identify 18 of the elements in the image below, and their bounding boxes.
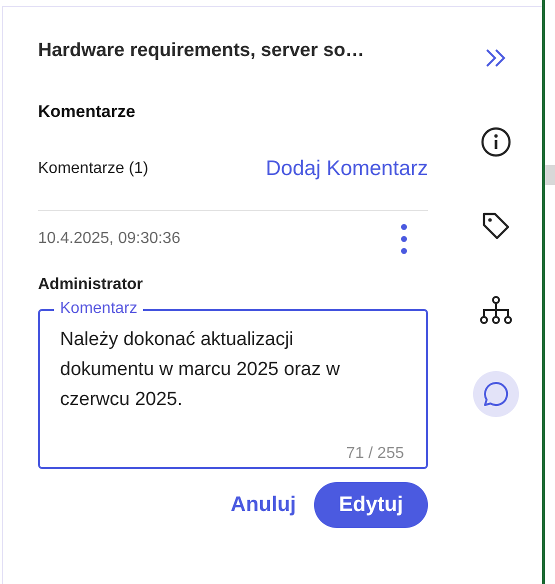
comment-icon[interactable] [482,380,510,408]
tag-icon[interactable] [482,212,510,240]
edit-button[interactable]: Edytuj [314,482,428,528]
info-icon[interactable] [481,127,511,157]
comment-count: Komentarze (1) [38,160,148,178]
cancel-button[interactable]: Anuluj [230,493,296,517]
comment-text: Należy dokonać aktualizacji dokumentu w marcu 2025 oraz w czerwcu 2025. [60,328,341,412]
double-chevron-icon[interactable] [485,48,507,68]
section-heading: Komentarze [38,102,136,122]
panel-title: Hardware requirements, server so… [38,40,366,62]
more-options-icon[interactable] [400,224,408,254]
comment-timestamp: 10.4.2025, 09:30:36 [38,230,180,248]
scrollbar-thumb[interactable] [545,165,555,185]
character-counter: 71 / 255 [346,445,404,463]
selected-rail-item[interactable] [473,371,519,417]
hierarchy-icon[interactable] [480,296,512,324]
comment-author: Administrator [38,276,144,294]
add-comment-link[interactable]: Dodaj Komentarz [266,157,428,181]
